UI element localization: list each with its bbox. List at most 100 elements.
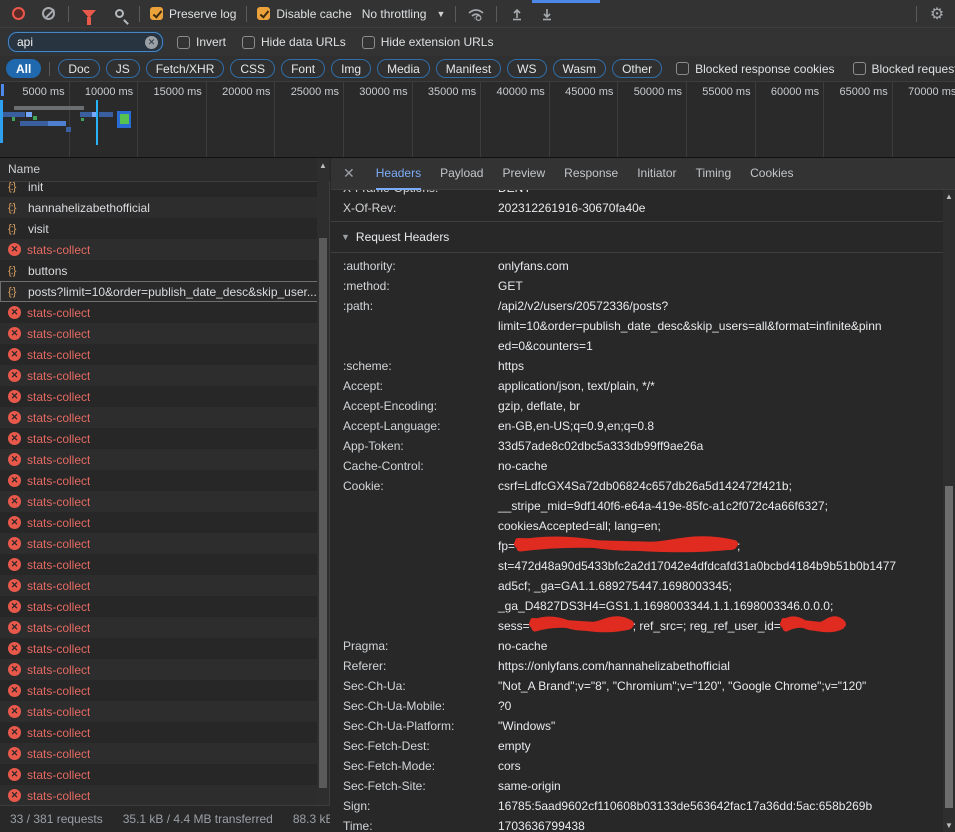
scrollbar-thumb[interactable] [945, 486, 953, 808]
checkbox-unchecked-icon [853, 62, 866, 75]
filter-pill-img[interactable]: Img [331, 59, 371, 78]
export-har-button[interactable] [537, 4, 557, 24]
tab-timing[interactable]: Timing [696, 158, 732, 190]
request-row-stats-collect[interactable]: ✕stats-collect [0, 407, 318, 428]
header-value: 1703636799438 [498, 816, 943, 832]
header-name: Sec-Ch-Ua-Mobile: [343, 696, 498, 716]
clear-button[interactable] [38, 4, 58, 24]
request-row-stats-collect[interactable]: ✕stats-collect [0, 344, 318, 365]
header-value-line: ed=0&counters=1 [498, 336, 943, 356]
timeline-overview[interactable]: 5000 ms10000 ms15000 ms20000 ms25000 ms3… [0, 82, 955, 158]
filter-search-input[interactable] [17, 35, 142, 49]
filter-pill-all[interactable]: All [6, 59, 41, 78]
filter-hide-extension-urls-checkbox[interactable]: Hide extension URLs [362, 35, 494, 49]
timeline-tick-label: 50000 ms [618, 86, 682, 98]
overview-waterfall-bar [81, 118, 84, 121]
scroll-up-icon[interactable]: ▲ [945, 192, 953, 201]
request-row-visit[interactable]: {:}visit [0, 218, 318, 239]
request-row-stats-collect[interactable]: ✕stats-collect [0, 638, 318, 659]
header-row-scheme: :scheme:https [331, 356, 943, 376]
scrollbar-thumb[interactable] [319, 238, 327, 788]
tab-response[interactable]: Response [564, 158, 618, 190]
filter-pill-other[interactable]: Other [612, 59, 662, 78]
request-row-stats-collect[interactable]: ✕stats-collect [0, 575, 318, 596]
error-icon: ✕ [8, 327, 21, 340]
overview-waterfall-bar [33, 116, 37, 120]
filter-pill-doc[interactable]: Doc [58, 59, 99, 78]
filter-search-box[interactable]: ✕ [8, 32, 163, 52]
clear-search-icon[interactable]: ✕ [145, 36, 158, 49]
filter-pill-font[interactable]: Font [281, 59, 325, 78]
import-har-button[interactable] [507, 4, 527, 24]
header-value-line: _ga_D4827DS3H4=GS1.1.1698003344.1.1.1698… [498, 596, 943, 616]
filter-pill-manifest[interactable]: Manifest [436, 59, 501, 78]
request-row-stats-collect[interactable]: ✕stats-collect [0, 596, 318, 617]
filter-pill-css[interactable]: CSS [230, 59, 275, 78]
filter-pill-js[interactable]: JS [106, 59, 140, 78]
request-row-stats-collect[interactable]: ✕stats-collect [0, 722, 318, 743]
type-blocked-requests-checkbox[interactable]: Blocked requests [853, 62, 955, 76]
request-name: stats-collect [27, 726, 90, 740]
request-row-stats-collect[interactable]: ✕stats-collect [0, 512, 318, 533]
header-row-sec-fetch-site: Sec-Fetch-Site:same-origin [331, 776, 943, 796]
request-row-stats-collect[interactable]: ✕stats-collect [0, 302, 318, 323]
request-headers-section-header[interactable]: ▼ Request Headers [331, 225, 943, 249]
request-name: posts?limit=10&order=publish_date_desc&s… [28, 285, 317, 299]
filter-pill-ws[interactable]: WS [507, 59, 546, 78]
request-list-scrollbar[interactable]: ▲ [317, 158, 329, 805]
request-row-stats-collect[interactable]: ✕stats-collect [0, 743, 318, 764]
close-detail-button[interactable]: ✕ [343, 165, 355, 182]
request-name: stats-collect [27, 411, 90, 425]
request-row-stats-collect[interactable]: ✕stats-collect [0, 449, 318, 470]
header-value-line: "Not_A Brand";v="8", "Chromium";v="120",… [498, 676, 943, 696]
request-row-stats-collect[interactable]: ✕stats-collect [0, 491, 318, 512]
scroll-up-icon[interactable]: ▲ [319, 161, 327, 170]
request-row-stats-collect[interactable]: ✕stats-collect [0, 428, 318, 449]
network-conditions-icon: ↑ [467, 7, 485, 21]
filter-pill-fetch-xhr[interactable]: Fetch/XHR [146, 59, 225, 78]
request-row-stats-collect[interactable]: ✕stats-collect [0, 365, 318, 386]
network-conditions-button[interactable]: ↑ [466, 4, 486, 24]
tab-cookies[interactable]: Cookies [750, 158, 793, 190]
request-row-stats-collect[interactable]: ✕stats-collect [0, 554, 318, 575]
header-name: Sec-Fetch-Mode: [343, 756, 498, 776]
search-button[interactable] [109, 4, 129, 24]
preserve-log-checkbox[interactable]: Preserve log [150, 7, 236, 21]
request-row-stats-collect[interactable]: ✕stats-collect [0, 764, 318, 785]
filter-invert-checkbox[interactable]: Invert [177, 35, 226, 49]
request-row-stats-collect[interactable]: ✕stats-collect [0, 533, 318, 554]
tab-initiator[interactable]: Initiator [637, 158, 676, 190]
request-row-stats-collect[interactable]: ✕stats-collect [0, 386, 318, 407]
record-button[interactable] [8, 4, 28, 24]
filter-hide-data-urls-checkbox[interactable]: Hide data URLs [242, 35, 346, 49]
request-row-stats-collect[interactable]: ✕stats-collect [0, 239, 318, 260]
request-row-init[interactable]: {:}init [0, 182, 318, 197]
request-name: stats-collect [27, 369, 90, 383]
scroll-down-icon[interactable]: ▼ [945, 821, 953, 830]
disable-cache-checkbox[interactable]: Disable cache [257, 7, 351, 21]
request-row-hannahelizabethofficial[interactable]: {:}hannahelizabethofficial [0, 197, 318, 218]
request-row-stats-collect[interactable]: ✕stats-collect [0, 785, 318, 805]
tab-payload[interactable]: Payload [440, 158, 483, 190]
tab-preview[interactable]: Preview [502, 158, 545, 190]
name-column-header[interactable]: Name [0, 158, 330, 182]
request-row-stats-collect[interactable]: ✕stats-collect [0, 659, 318, 680]
request-row-posts-limit-10-order-publish-date-desc-s[interactable]: {:}posts?limit=10&order=publish_date_des… [0, 281, 318, 302]
request-row-stats-collect[interactable]: ✕stats-collect [0, 323, 318, 344]
request-row-stats-collect[interactable]: ✕stats-collect [0, 701, 318, 722]
type-blocked-response-cookies-checkbox[interactable]: Blocked response cookies [676, 62, 834, 76]
filter-pill-media[interactable]: Media [377, 59, 430, 78]
detail-scrollbar[interactable]: ▲ ▼ [943, 190, 955, 832]
filter-button[interactable] [79, 4, 99, 24]
request-row-stats-collect[interactable]: ✕stats-collect [0, 617, 318, 638]
tab-headers[interactable]: Headers [376, 158, 421, 190]
request-row-buttons[interactable]: {:}buttons [0, 260, 318, 281]
request-name: hannahelizabethofficial [28, 201, 150, 215]
throttling-dropdown[interactable]: No throttling ▼ [362, 7, 446, 21]
settings-button[interactable]: ⚙ [927, 4, 947, 24]
request-row-stats-collect[interactable]: ✕stats-collect [0, 470, 318, 491]
filter-pill-wasm[interactable]: Wasm [553, 59, 607, 78]
redaction-scribble [781, 615, 845, 633]
checkbox-unchecked-icon [242, 36, 255, 49]
request-row-stats-collect[interactable]: ✕stats-collect [0, 680, 318, 701]
